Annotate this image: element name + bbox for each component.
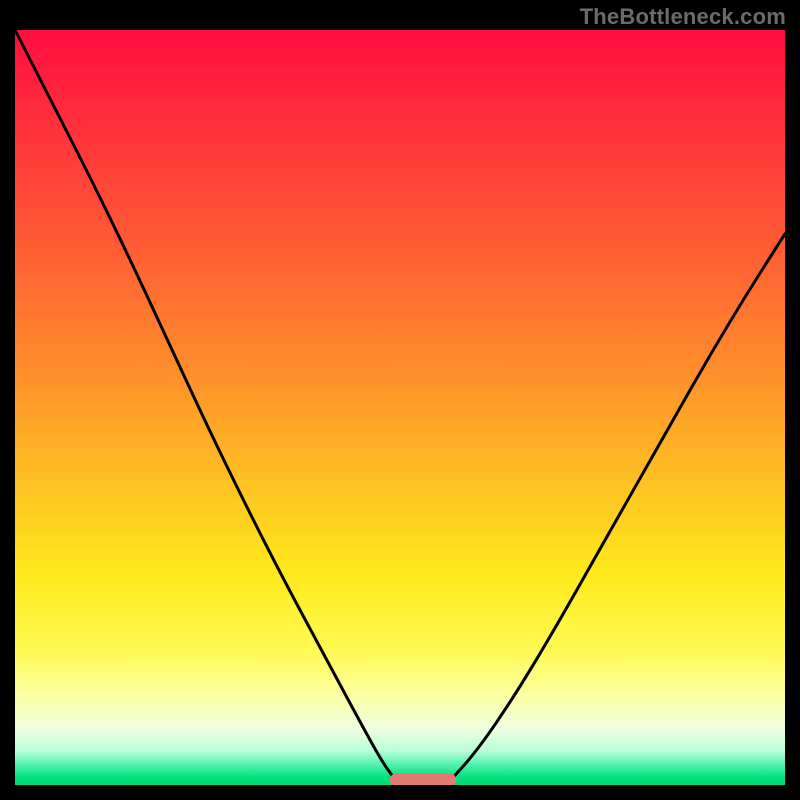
chart-frame: TheBottleneck.com [0,0,800,800]
curve-layer [15,30,785,785]
minimum-pill [390,773,455,785]
plot-area [15,30,785,785]
left-curve [15,30,400,785]
watermark-text: TheBottleneck.com [580,4,786,30]
right-curve [446,234,785,785]
